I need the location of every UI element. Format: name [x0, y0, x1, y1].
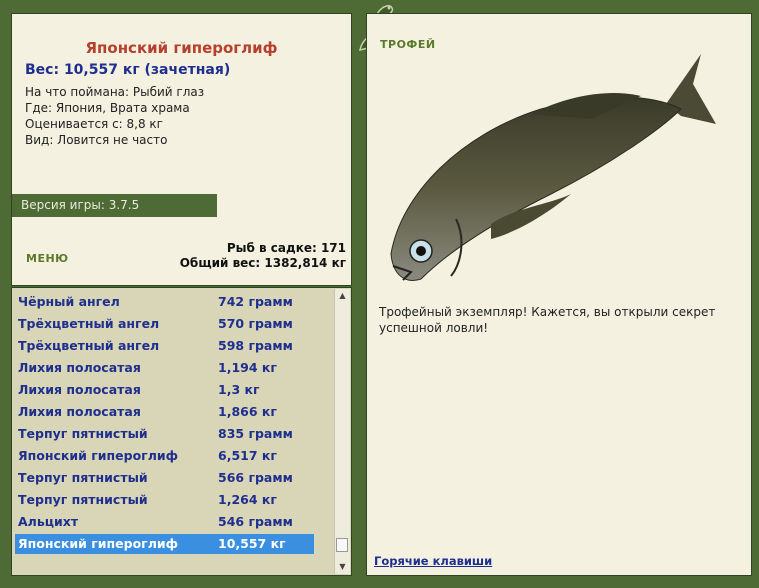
list-item-name: Чёрный ангел	[18, 294, 120, 309]
list-item-weight: 6,517 кг	[218, 448, 277, 463]
list-item-name: Терпуг пятнистый	[18, 426, 148, 441]
list-item[interactable]: Трёхцветный ангел 598 грамм	[15, 336, 314, 356]
trophy-panel: ТРОФЕЙ Трофейный экземпляр! Кажется, вы …	[366, 13, 752, 576]
game-version-bar: Версия игры: 3.7.5	[12, 194, 217, 217]
fish-weight: Вес: 10,557 кг (зачетная)	[25, 62, 231, 78]
scroll-thumb[interactable]	[336, 538, 348, 552]
list-item-weight: 1,866 кг	[218, 404, 277, 419]
list-item[interactable]: Чёрный ангел 742 грамм	[15, 292, 314, 312]
list-item-weight: 566 грамм	[218, 470, 293, 485]
fish-image	[390, 54, 716, 281]
scroll-down-icon[interactable]: ▼	[335, 560, 350, 574]
scrollbar[interactable]: ▲ ▼	[334, 289, 350, 574]
list-item-name: Трёхцветный ангел	[18, 316, 160, 331]
list-item-name: Лихия полосатая	[18, 360, 141, 375]
list-item-weight: 570 грамм	[218, 316, 293, 331]
list-item-name: Альцихт	[18, 514, 79, 529]
list-item[interactable]: Трёхцветный ангел 570 грамм	[15, 314, 314, 334]
list-item-name: Трёхцветный ангел	[18, 338, 160, 353]
catch-list[interactable]: Чёрный ангел 742 грамм Трёхцветный ангел 57…	[11, 287, 352, 576]
list-item-name: Лихия полосатая	[18, 404, 141, 419]
cage-stats: Рыб в садке: 171 Общий вес: 1382,814 кг	[180, 241, 346, 271]
list-item[interactable]: Терпуг пятнистый 566 грамм	[15, 468, 314, 488]
list-item[interactable]: Альцихт 546 грамм	[15, 512, 314, 532]
list-item[interactable]: Японский гипероглиф 6,517 кг	[15, 446, 314, 466]
list-item-weight: 1,3 кг	[218, 382, 260, 397]
hotkeys-link[interactable]: Горячие клавиши	[374, 554, 492, 568]
list-item-name: Японский гипероглиф	[18, 536, 179, 551]
fish-info-panel: Японский гипероглиф Вес: 10,557 кг (заче…	[11, 13, 352, 286]
menu-button[interactable]: МЕНЮ	[26, 252, 69, 265]
fish-count: Рыб в садке: 171	[226, 241, 346, 255]
list-item-name: Японский гипероглиф	[18, 448, 179, 463]
caught-on-text: На что поймана: Рыбий глаз	[25, 85, 205, 99]
list-item[interactable]: Терпуг пятнистый 835 грамм	[15, 424, 314, 444]
list-item-weight: 598 грамм	[218, 338, 293, 353]
list-item-weight: 10,557 кг	[218, 536, 286, 551]
list-item[interactable]: Лихия полосатая 1,866 кг	[15, 402, 314, 422]
total-weight: Общий вес: 1382,814 кг	[179, 256, 346, 270]
list-item-name: Терпуг пятнистый	[18, 470, 148, 485]
trophy-text: Трофейный экземпляр! Кажется, вы открыли…	[379, 305, 716, 335]
valued-from-text: Оценивается с: 8,8 кг	[25, 117, 163, 131]
list-item[interactable]: Лихия полосатая 1,194 кг	[15, 358, 314, 378]
list-item[interactable]: Лихия полосатая 1,3 кг	[15, 380, 314, 400]
list-item-name: Терпуг пятнистый	[18, 492, 148, 507]
list-item[interactable]: Японский гипероглиф 10,557 кг	[15, 534, 314, 554]
list-item-weight: 835 грамм	[218, 426, 293, 441]
location-text: Где: Япония, Врата храма	[25, 101, 190, 115]
list-item-weight: 742 грамм	[218, 294, 293, 309]
fish-title: Японский гипероглиф	[85, 39, 278, 57]
list-item-weight: 1,194 кг	[218, 360, 277, 375]
fish-type-text: Вид: Ловится не часто	[25, 133, 168, 147]
list-item-weight: 1,264 кг	[218, 492, 277, 507]
list-item-name: Лихия полосатая	[18, 382, 141, 397]
scroll-up-icon[interactable]: ▲	[335, 289, 350, 303]
list-item[interactable]: Терпуг пятнистый 1,264 кг	[15, 490, 314, 510]
list-item-weight: 546 грамм	[218, 514, 293, 529]
